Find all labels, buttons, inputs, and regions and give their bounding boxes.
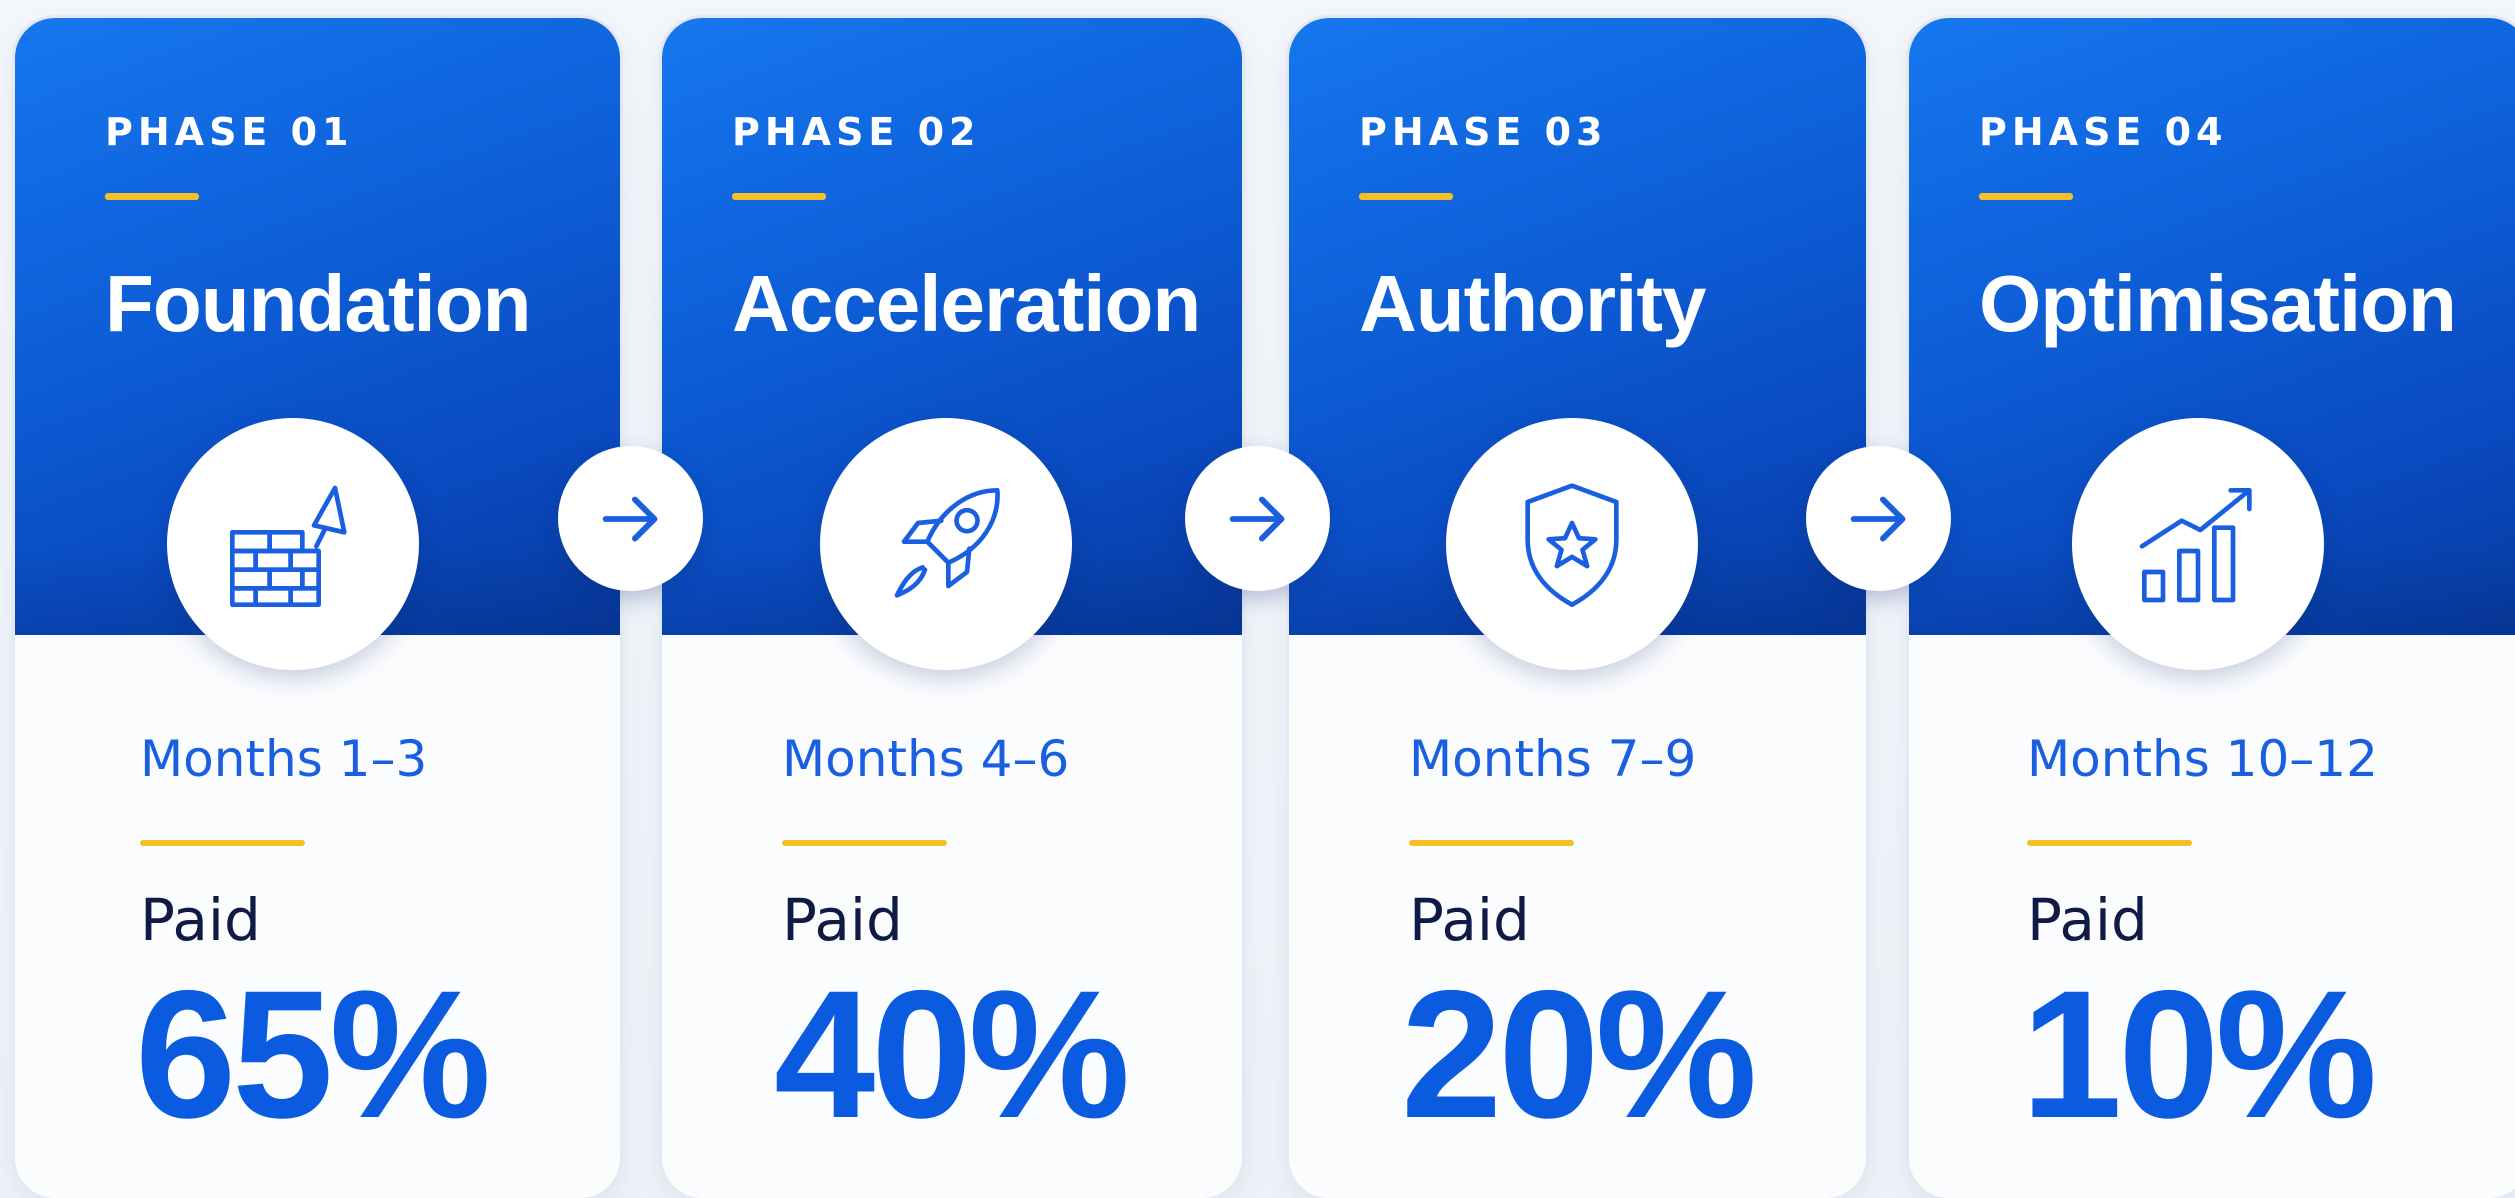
paid-percentage: 20% (1401, 952, 1757, 1156)
phase-icon-badge (820, 418, 1072, 670)
paid-percentage: 65% (135, 952, 491, 1156)
phase-months-underline (140, 840, 305, 846)
phase-label: PHASE 04 (1979, 110, 2228, 154)
next-phase-arrow-2 (1185, 446, 1330, 591)
paid-label: Paid (782, 886, 903, 954)
phase-icon-badge (2072, 418, 2324, 670)
phase-icon-badge (1446, 418, 1698, 670)
phase-card-3: PHASE 03 Authority Months 7–9 Paid 20% (1289, 18, 1866, 1198)
phase-title: Acceleration (732, 259, 1201, 348)
phase-title: Foundation (105, 259, 531, 348)
phase-label-underline (1359, 193, 1453, 200)
shield-star-icon (1525, 483, 1619, 608)
phase-card-1: PHASE 01 Foundation Months 1–3 Paid 65% (15, 18, 620, 1198)
paid-label: Paid (2027, 886, 2148, 954)
rocket-icon (894, 488, 1000, 598)
phase-months-underline (782, 840, 947, 846)
brick-wall-trowel-icon (230, 485, 347, 607)
phase-label-underline (105, 193, 199, 200)
phase-card-4: PHASE 04 Optimisation Months 10–12 Paid … (1909, 18, 2515, 1198)
paid-percentage: 40% (774, 952, 1130, 1156)
phase-title: Optimisation (1979, 259, 2457, 348)
next-phase-arrow-3 (1806, 446, 1951, 591)
arrow-right-icon (1850, 496, 1905, 541)
arrow-right-icon (1229, 496, 1284, 541)
phase-months: Months 10–12 (2027, 730, 2378, 788)
phase-label-underline (732, 193, 826, 200)
phase-months-underline (1409, 840, 1574, 846)
paid-label: Paid (140, 886, 261, 954)
growth-chart-icon (2139, 488, 2252, 603)
paid-percentage: 10% (2021, 952, 2377, 1156)
phase-months: Months 1–3 (140, 730, 428, 788)
phase-label: PHASE 02 (732, 110, 981, 154)
phase-label-underline (1979, 193, 2073, 200)
phase-label: PHASE 03 (1359, 110, 1608, 154)
paid-label: Paid (1409, 886, 1530, 954)
next-phase-arrow-1 (558, 446, 703, 591)
phase-label: PHASE 01 (105, 110, 354, 154)
arrow-right-icon (602, 496, 657, 541)
phase-months: Months 4–6 (782, 730, 1070, 788)
phase-months: Months 7–9 (1409, 730, 1697, 788)
phase-card-2: PHASE 02 Acceleration Months 4–6 Paid 40… (662, 18, 1242, 1198)
phases-board: PHASE 01 Foundation Months 1–3 Paid 65% … (0, 0, 2515, 1198)
phase-icon-badge (167, 418, 419, 670)
phase-title: Authority (1359, 259, 1707, 348)
phase-months-underline (2027, 840, 2192, 846)
